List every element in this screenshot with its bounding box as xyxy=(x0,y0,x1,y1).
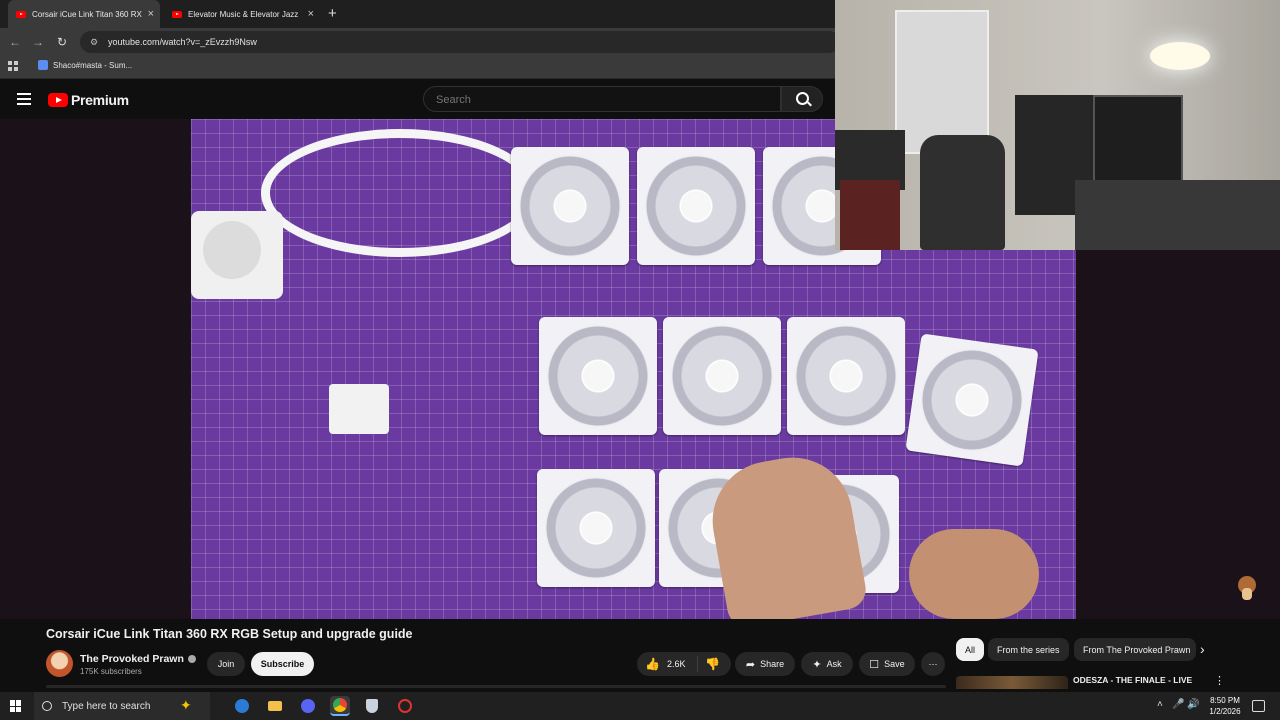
chrome-icon[interactable] xyxy=(330,696,350,716)
video-title: Corsair iCue Link Titan 360 RX RGB Setup… xyxy=(46,627,413,641)
chip-from-series[interactable]: From the series xyxy=(988,638,1069,661)
recommendation-title[interactable]: ODESZA - THE FINALE - LIVE FROM THE GORG… xyxy=(1073,674,1203,689)
chip-from-channel[interactable]: From The Provoked Prawn xyxy=(1074,638,1196,661)
coolant-tube xyxy=(261,129,539,257)
like-count[interactable]: 2.6K xyxy=(667,659,686,669)
tab-title: Corsair iCue Link Titan 360 RX xyxy=(32,9,142,19)
new-tab-plus-icon[interactable]: + xyxy=(328,5,337,22)
more-actions-button[interactable]: ⋯ xyxy=(921,652,945,676)
fan-hub-device xyxy=(329,384,389,434)
fan xyxy=(663,317,781,435)
windows-taskbar: Type here to search ✦ ˄ 🎤 🔊 8:50 PM 1/2/… xyxy=(0,692,1280,720)
time: 8:50 PM xyxy=(1210,696,1240,705)
fan xyxy=(511,147,629,265)
red-cabinet xyxy=(840,180,900,250)
recommendation-more-icon[interactable]: ⋮ xyxy=(1214,674,1225,687)
copilot-sparkle-icon[interactable]: ✦ xyxy=(180,697,192,714)
thumbs-down-icon[interactable]: 👎 xyxy=(705,657,720,671)
closet xyxy=(895,10,989,154)
search-button[interactable] xyxy=(781,86,823,112)
channel-mascot-icon xyxy=(1236,576,1258,600)
subscriber-count: 175K subscribers xyxy=(80,667,142,676)
webcam-overlay xyxy=(835,0,1280,250)
share-button[interactable]: ➦ Share xyxy=(735,652,795,676)
logo-text: Premium xyxy=(71,92,129,108)
presenter-hand xyxy=(909,529,1039,619)
edge-icon[interactable] xyxy=(232,696,252,716)
subscribe-button[interactable]: Subscribe xyxy=(251,652,314,676)
site-info-icon[interactable]: ⚙ xyxy=(90,37,100,47)
ask-button[interactable]: ✦ Ask xyxy=(801,652,853,676)
close-tab-icon[interactable]: × xyxy=(148,8,154,20)
volume-icon[interactable]: 🔊 xyxy=(1187,699,1199,710)
fan xyxy=(537,469,655,587)
microphone-icon[interactable]: 🎤 xyxy=(1172,699,1184,710)
taskbar-clock[interactable]: 8:50 PM 1/2/2026 xyxy=(1200,695,1250,717)
date: 1/2/2026 xyxy=(1209,707,1241,716)
like-dislike-group: 👍 2.6K 👎 xyxy=(637,652,731,676)
horizontal-scrollbar[interactable] xyxy=(46,685,946,688)
close-tab-icon[interactable]: × xyxy=(308,8,314,20)
verified-check-icon xyxy=(187,655,196,664)
fan xyxy=(539,317,657,435)
back-arrow-icon[interactable]: ← xyxy=(6,33,24,51)
reload-icon[interactable]: ↻ xyxy=(53,33,71,51)
divider xyxy=(697,656,698,672)
discord-icon[interactable] xyxy=(298,696,318,716)
tab-title: Elevator Music & Elevator Jazz xyxy=(188,9,299,19)
recommendation-thumbnail[interactable] xyxy=(956,676,1068,689)
apps-grid-icon[interactable] xyxy=(8,61,18,71)
tab-corsair-video[interactable]: Corsair iCue Link Titan 360 RX × xyxy=(8,0,160,28)
channel-name-text: The Provoked Prawn xyxy=(80,653,184,665)
channel-avatar[interactable] xyxy=(46,650,73,677)
save-button[interactable]: ☐ Save xyxy=(859,652,915,676)
ring-light xyxy=(1150,42,1210,70)
taskbar-search-placeholder: Type here to search xyxy=(62,700,151,712)
bookmark-item[interactable]: Shaco#masta - Sum... xyxy=(38,60,132,70)
pc-case xyxy=(1093,95,1183,189)
aio-pump-block xyxy=(191,211,283,299)
bookmark-favicon-icon xyxy=(38,60,48,70)
save-label: Save xyxy=(884,659,905,669)
ask-label: Ask xyxy=(826,659,842,669)
fan xyxy=(905,333,1039,467)
app-icon[interactable] xyxy=(395,696,415,716)
search-icon xyxy=(42,701,52,711)
chevron-right-icon[interactable]: › xyxy=(1200,641,1205,657)
share-arrow-icon: ➦ xyxy=(745,658,756,671)
youtube-favicon-icon xyxy=(16,10,26,18)
fan xyxy=(637,147,755,265)
bookmark-save-icon: ☐ xyxy=(869,658,880,671)
chip-all[interactable]: All xyxy=(956,638,985,661)
hamburger-menu-icon[interactable] xyxy=(17,93,31,105)
url-text: youtube.com/watch?v=_zEvzzh9Nsw xyxy=(108,37,257,47)
search-input[interactable] xyxy=(434,93,758,107)
search-icon xyxy=(796,92,809,105)
shield-app-icon[interactable] xyxy=(362,696,382,716)
windows-start-icon[interactable] xyxy=(10,700,22,712)
youtube-header: Premium xyxy=(0,79,835,119)
video-details: Corsair iCue Link Titan 360 RX RGB Setup… xyxy=(0,619,1280,689)
youtube-play-icon xyxy=(48,93,68,107)
tab-elevator-music[interactable]: Elevator Music & Elevator Jazz × xyxy=(164,0,320,28)
notification-icon[interactable] xyxy=(1252,700,1265,712)
chevron-up-icon[interactable]: ˄ xyxy=(1157,699,1163,710)
youtube-favicon-icon xyxy=(172,10,182,18)
forward-arrow-icon[interactable]: → xyxy=(29,33,47,51)
sparkle-icon: ✦ xyxy=(812,658,822,671)
bookmark-label: Shaco#masta - Sum... xyxy=(53,60,133,70)
desk xyxy=(1075,180,1280,250)
file-explorer-icon[interactable] xyxy=(265,696,285,716)
address-bar[interactable]: ⚙ youtube.com/watch?v=_zEvzzh9Nsw xyxy=(80,31,840,53)
share-label: Share xyxy=(760,659,785,669)
join-button[interactable]: Join xyxy=(207,652,245,676)
thumbs-up-icon[interactable]: 👍 xyxy=(645,657,660,671)
channel-name[interactable]: The Provoked Prawn xyxy=(80,653,196,665)
office-chair xyxy=(920,135,1005,250)
youtube-premium-logo[interactable]: Premium xyxy=(48,92,129,108)
search-field[interactable] xyxy=(423,86,781,112)
more-dots-icon: ⋯ xyxy=(928,658,938,669)
fan xyxy=(787,317,905,435)
